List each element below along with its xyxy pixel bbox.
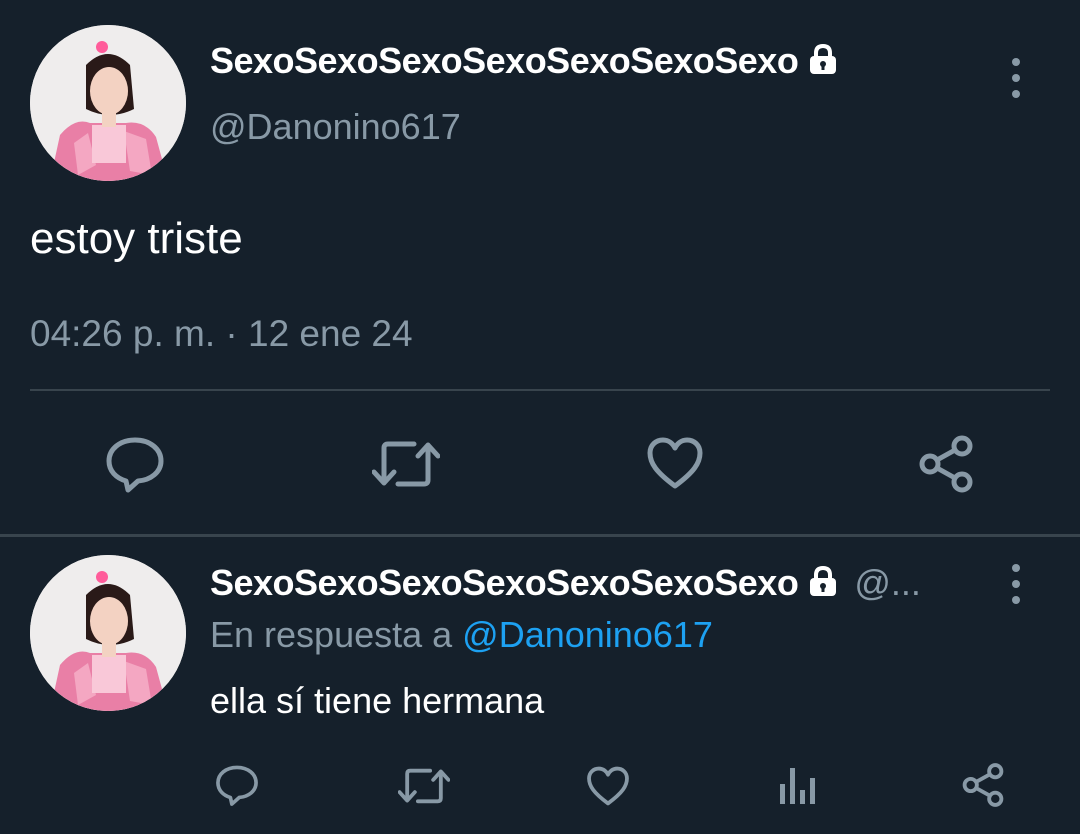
main-tweet-text: estoy triste: [30, 214, 243, 263]
reply-icon[interactable]: [214, 763, 260, 807]
like-icon[interactable]: [586, 765, 630, 807]
main-display-name[interactable]: SexoSexoSexoSexoSexoSexoSexo: [210, 40, 799, 82]
main-divider: [30, 389, 1050, 391]
reply-more-options-icon[interactable]: [1012, 564, 1020, 604]
retweet-icon[interactable]: [372, 438, 440, 490]
main-avatar[interactable]: [30, 25, 186, 181]
main-handle[interactable]: @Danonino617: [210, 106, 461, 148]
share-icon[interactable]: [960, 762, 1006, 808]
lock-icon: [806, 565, 840, 602]
reply-display-name[interactable]: SexoSexoSexoSexoSexoSexoSexo: [210, 562, 799, 604]
share-icon[interactable]: [916, 434, 976, 494]
like-icon[interactable]: [646, 436, 704, 490]
reply-avatar[interactable]: [30, 555, 186, 711]
more-options-icon[interactable]: [1012, 58, 1020, 98]
reply-icon[interactable]: [104, 434, 166, 494]
reply-handle[interactable]: @...: [854, 562, 921, 604]
reply-tweet-text: ella sí tiene hermana: [210, 680, 545, 721]
reply-prefix: En respuesta a: [210, 614, 453, 655]
retweet-icon[interactable]: [398, 766, 450, 806]
section-divider: [0, 534, 1080, 537]
analytics-icon[interactable]: [778, 764, 816, 806]
main-tweet-timestamp[interactable]: 04:26 p. m. · 12 ene 24: [30, 313, 413, 355]
lock-icon: [806, 43, 840, 80]
reply-mention-link[interactable]: @Danonino617: [462, 614, 713, 655]
